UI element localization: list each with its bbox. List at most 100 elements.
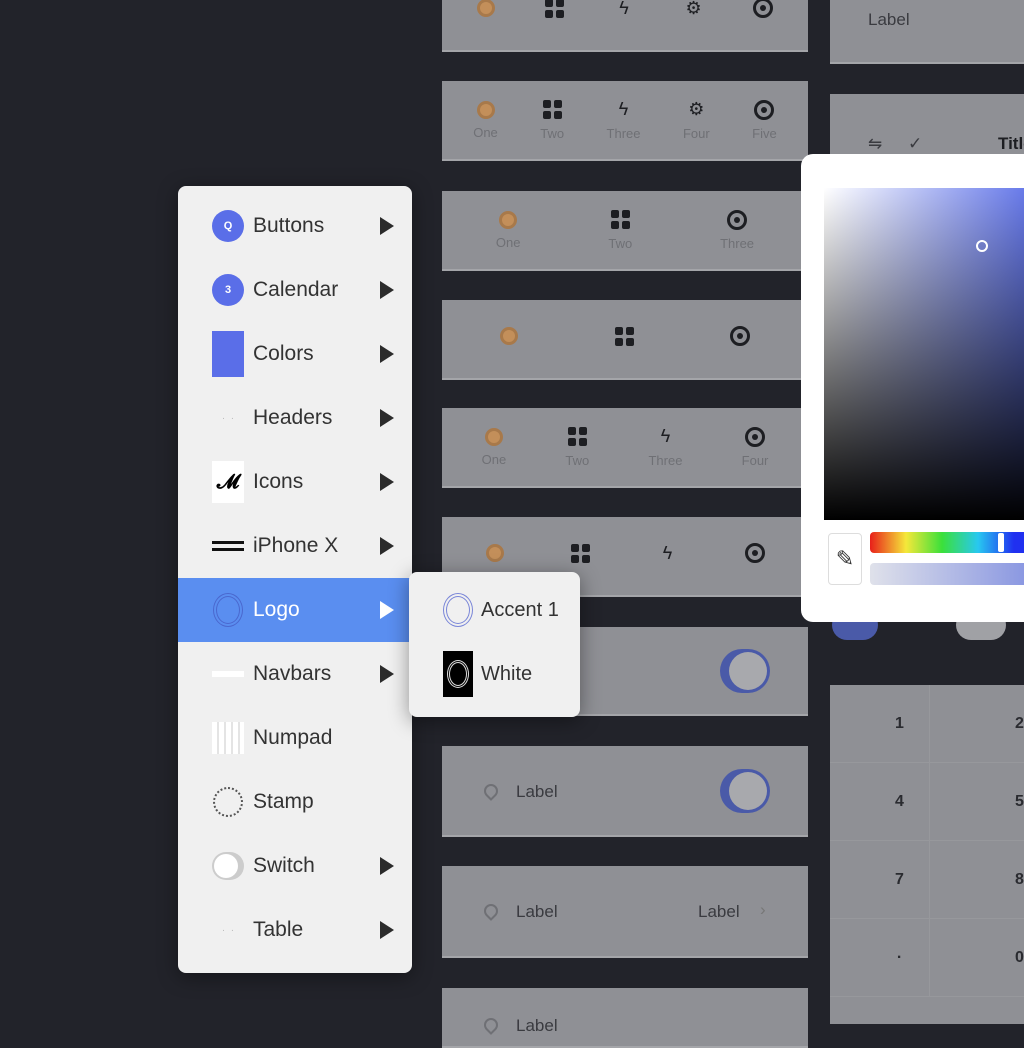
grid-icon xyxy=(544,0,564,18)
tab-item[interactable]: ϟ xyxy=(658,543,678,569)
saturation-value-area[interactable] xyxy=(824,188,1024,520)
tab-label: Three xyxy=(648,452,683,468)
submenu-item-accent-1[interactable]: Accent 1 xyxy=(409,578,580,642)
tab-item[interactable]: ϟ Three xyxy=(648,426,683,468)
row-detail: Label xyxy=(698,902,740,921)
switch-icon xyxy=(212,850,244,882)
numpad-key[interactable]: · xyxy=(830,919,930,997)
grid-icon xyxy=(614,326,634,346)
menu-item-colors[interactable]: Colors xyxy=(178,322,412,386)
tab-item[interactable]: Two xyxy=(540,100,564,141)
tab-item[interactable] xyxy=(544,0,564,24)
menu-item-headers[interactable]: · · Headers xyxy=(178,386,412,450)
logo-accent-icon xyxy=(443,593,473,627)
tab-item[interactable] xyxy=(500,327,518,351)
tab-bar: One Two ϟ Three ⚙ Four Five xyxy=(442,81,808,161)
list-row[interactable]: Label Label › xyxy=(442,866,808,958)
circle-icon xyxy=(500,327,518,345)
submenu-item-white[interactable]: White xyxy=(409,642,580,706)
tab-item[interactable]: ϟ xyxy=(614,0,634,24)
menu-item-iphone-x[interactable]: iPhone X xyxy=(178,514,412,578)
menu-item-calendar[interactable]: 3 Calendar xyxy=(178,258,412,322)
circle-icon xyxy=(485,544,504,562)
header-icon: · · xyxy=(221,412,235,424)
numpad-key[interactable]: 0 xyxy=(930,919,1024,997)
menu-item-switch[interactable]: Switch xyxy=(178,834,412,898)
menu-item-label: Headers xyxy=(253,406,333,429)
tab-item[interactable]: Three xyxy=(720,209,754,251)
submenu-arrow-icon xyxy=(380,537,394,555)
color-cursor[interactable] xyxy=(976,240,988,252)
menu-item-logo[interactable]: Logo xyxy=(178,578,412,642)
tab-item[interactable]: One xyxy=(482,427,506,467)
tab-item[interactable]: Two xyxy=(565,427,589,468)
menu-item-numpad[interactable]: Numpad xyxy=(178,706,412,770)
tab-item[interactable] xyxy=(730,326,750,352)
color-picker: ✎ xyxy=(801,154,1024,622)
tab-item[interactable]: ⚙ Four xyxy=(683,99,710,141)
toggle-switch[interactable] xyxy=(720,768,770,813)
numpad-icon xyxy=(212,722,244,754)
tab-item[interactable] xyxy=(476,0,495,23)
tab-item[interactable]: ϟ Three xyxy=(606,99,641,141)
hue-handle[interactable] xyxy=(998,533,1004,552)
tab-item[interactable] xyxy=(571,543,591,569)
tab-item[interactable]: ⚙ xyxy=(684,0,704,24)
tab-bar xyxy=(442,300,808,380)
tab-label: Three xyxy=(606,125,641,141)
circle-icon xyxy=(484,427,503,446)
tab-label: Two xyxy=(565,452,590,468)
menu-item-navbars[interactable]: Navbars xyxy=(178,642,412,706)
row-label: Label xyxy=(516,902,558,921)
check-icon[interactable]: ✓ xyxy=(908,134,922,154)
menu-item-label: Numpad xyxy=(253,726,333,749)
menu-item-label: Icons xyxy=(253,470,304,493)
submenu-item-label: White xyxy=(481,662,533,685)
grid-icon xyxy=(571,543,591,563)
hue-slider[interactable] xyxy=(870,532,1024,553)
menu-item-label: iPhone X xyxy=(253,534,339,557)
tab-label: Four xyxy=(741,452,769,468)
tab-item[interactable]: One xyxy=(496,210,521,250)
alpha-slider[interactable] xyxy=(870,563,1024,585)
tab-item[interactable]: Five xyxy=(752,99,777,141)
menu-item-label: Switch xyxy=(253,854,315,877)
iphone-bar-icon xyxy=(212,530,244,562)
circle-icon xyxy=(476,100,495,119)
menu-item-stamp[interactable]: Stamp xyxy=(178,770,412,834)
tab-item[interactable] xyxy=(485,544,504,568)
menu-item-icons[interactable]: 𝓜 Icons xyxy=(178,450,412,514)
panel-label: Label xyxy=(868,10,910,29)
numpad-key[interactable]: 5 xyxy=(930,763,1024,841)
submenu-arrow-icon xyxy=(380,409,394,427)
circle-icon xyxy=(476,0,495,17)
grid-icon xyxy=(610,210,630,230)
circle-icon xyxy=(499,210,518,229)
tab-item[interactable] xyxy=(753,0,774,24)
tab-item[interactable]: Two xyxy=(608,210,632,251)
target-icon xyxy=(730,326,750,346)
submenu-arrow-icon xyxy=(380,345,394,363)
tab-item[interactable]: One xyxy=(473,100,498,140)
numpad-key[interactable]: 2 xyxy=(930,685,1024,763)
sort-icon[interactable]: ⇋ xyxy=(868,134,882,154)
numpad-key[interactable]: 4 xyxy=(830,763,930,841)
submenu-item-label: Accent 1 xyxy=(481,598,559,621)
stamp-icon xyxy=(212,786,244,818)
table-icon: · · xyxy=(221,924,235,936)
numpad-key[interactable]: 8 xyxy=(930,841,1024,919)
list-row[interactable]: Label xyxy=(442,746,808,837)
tab-item[interactable]: Four xyxy=(741,426,769,468)
numpad-key[interactable]: 1 xyxy=(830,685,930,763)
menu-item-buttons[interactable]: Q Buttons xyxy=(178,194,412,258)
menu-item-label: Stamp xyxy=(253,790,314,813)
tab-item[interactable] xyxy=(614,326,634,352)
target-icon xyxy=(744,543,765,563)
button-icon: Q xyxy=(212,210,244,242)
toggle-switch[interactable] xyxy=(720,648,770,693)
eyedropper-button[interactable]: ✎ xyxy=(828,533,862,585)
menu-item-table[interactable]: · · Table xyxy=(178,898,412,962)
numpad-key[interactable]: 7 xyxy=(830,841,930,919)
list-row[interactable]: Label xyxy=(442,988,808,1048)
tab-item[interactable] xyxy=(744,543,765,569)
